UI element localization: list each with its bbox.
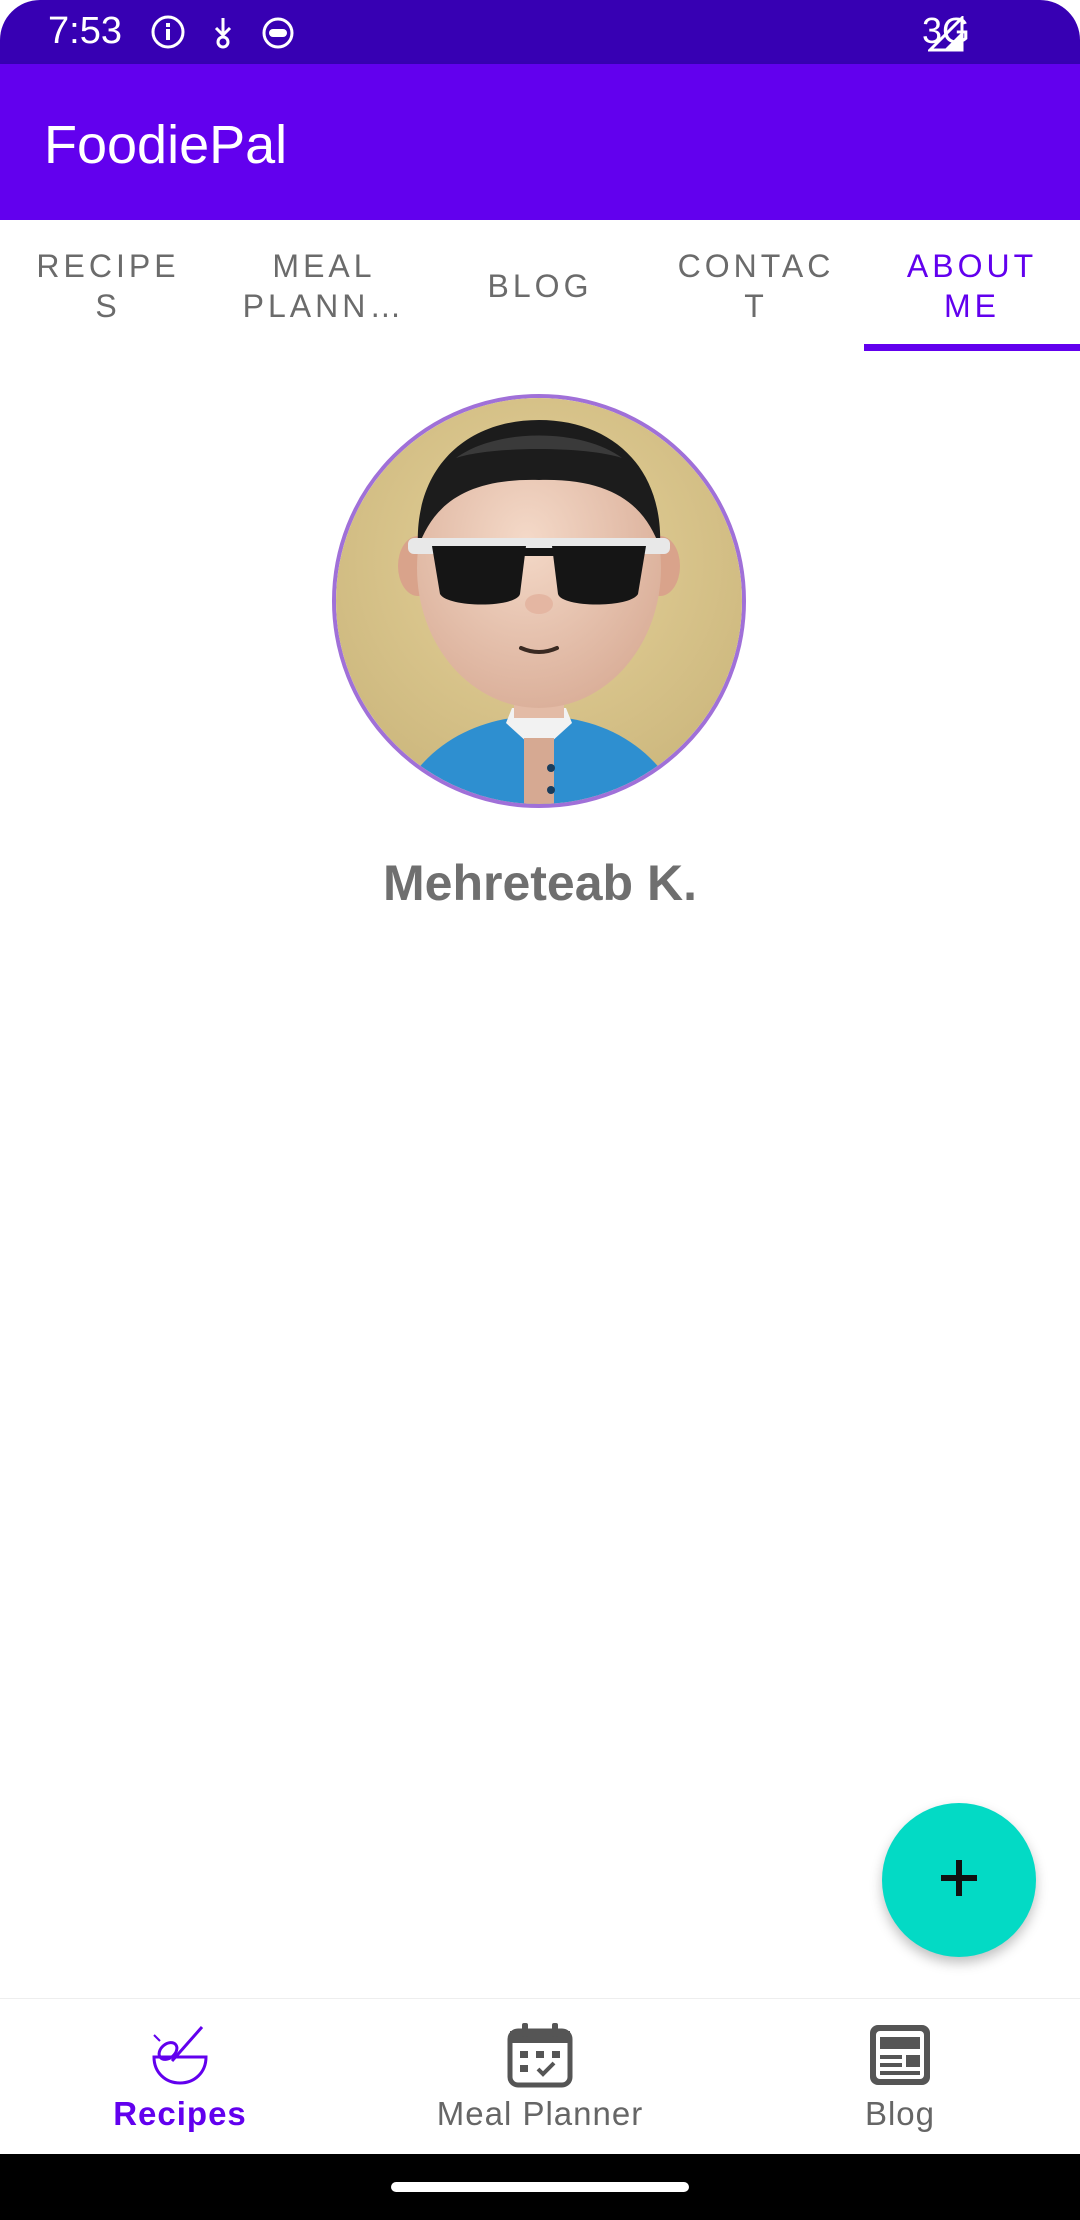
add-fab-button[interactable]: [882, 1803, 1036, 1957]
home-gesture-handle[interactable]: [391, 2182, 689, 2192]
nav-label-blog: Blog: [864, 2095, 936, 2132]
nav-item-blog[interactable]: Blog: [720, 1999, 1080, 2155]
tab-meal-planner[interactable]: MEAL PLANN…: [216, 220, 432, 352]
tab-active-indicator: [864, 344, 1080, 351]
app-title: FoodiePal: [44, 115, 288, 175]
mixing-bowl-icon: [146, 2021, 214, 2089]
app-bar: FoodiePal: [0, 64, 1080, 220]
info-icon: [150, 14, 186, 55]
tab-contact[interactable]: CONTAC T: [648, 220, 864, 352]
status-icons: [150, 14, 296, 55]
tab-blog[interactable]: BLOG: [432, 220, 648, 352]
plus-icon: [937, 1856, 981, 1905]
nav-item-meal-planner[interactable]: Meal Planner: [360, 1999, 720, 2155]
status-bar: 7:53 3G: [0, 0, 1080, 64]
cat-face-icon: [260, 14, 296, 55]
avatar: [332, 394, 746, 808]
tab-bar: RECIPE S MEAL PLANN… BLOG CONTAC T ABOUT…: [0, 220, 1080, 352]
system-navigation-bar: [0, 2154, 1080, 2220]
download-icon: [208, 14, 238, 55]
tab-about-me[interactable]: ABOUT ME: [864, 220, 1080, 352]
signal-icon: [926, 14, 964, 52]
status-time: 7:53: [48, 10, 122, 52]
nav-label-recipes: Recipes: [113, 2095, 247, 2132]
tab-recipes[interactable]: RECIPE S: [0, 220, 216, 352]
blog-icon: [866, 2021, 934, 2089]
nav-label-meal-planner: Meal Planner: [436, 2095, 644, 2132]
bottom-navigation: Recipes Meal Planner Blog: [0, 1998, 1080, 2155]
profile-name: Mehreteab K.: [383, 855, 697, 911]
nav-item-recipes[interactable]: Recipes: [0, 1999, 360, 2155]
calendar-icon: [506, 2021, 574, 2089]
